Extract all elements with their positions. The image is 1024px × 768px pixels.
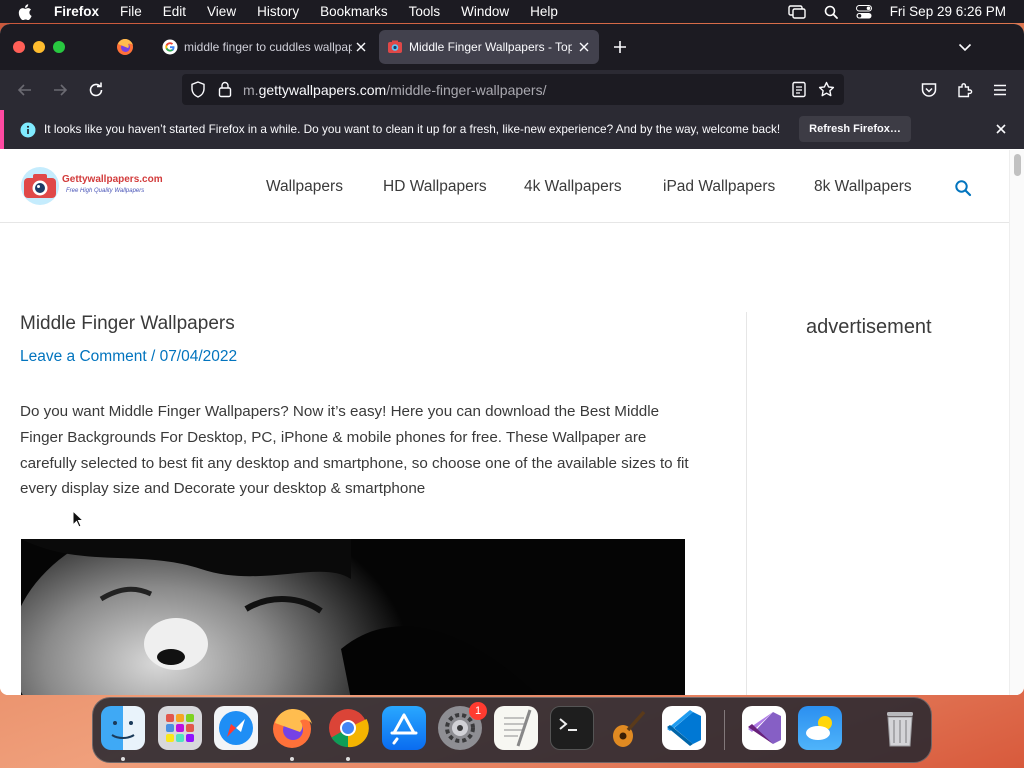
url-host: gettywallpapers.com bbox=[258, 82, 387, 98]
site-lock-icon[interactable] bbox=[218, 81, 232, 103]
menu-file[interactable]: File bbox=[120, 4, 142, 19]
google-icon bbox=[162, 39, 178, 55]
reload-icon[interactable] bbox=[87, 81, 105, 99]
sidebar-divider bbox=[746, 312, 747, 695]
info-icon bbox=[20, 122, 36, 143]
garageband-guitar-icon[interactable] bbox=[606, 706, 650, 750]
textedit-icon[interactable] bbox=[494, 706, 538, 750]
finder-icon[interactable] bbox=[101, 706, 145, 750]
menu-view[interactable]: View bbox=[207, 4, 236, 19]
safari-icon[interactable] bbox=[214, 706, 258, 750]
menu-window[interactable]: Window bbox=[461, 4, 509, 19]
bookmark-star-icon[interactable] bbox=[818, 81, 835, 103]
menu-app-name[interactable]: Firefox bbox=[54, 4, 99, 19]
list-all-tabs-chevron-icon[interactable] bbox=[958, 40, 972, 54]
firefox-running-indicator bbox=[290, 757, 294, 761]
notification-message: It looks like you haven’t started Firefo… bbox=[44, 122, 781, 136]
settings-notification-badge: 1 bbox=[469, 702, 487, 720]
window-minimize-button[interactable] bbox=[33, 41, 45, 53]
control-center-icon[interactable] bbox=[855, 4, 872, 19]
refresh-firefox-button[interactable]: Refresh Firefox… bbox=[799, 116, 911, 142]
window-zoom-button[interactable] bbox=[53, 41, 65, 53]
window-close-button[interactable] bbox=[13, 41, 25, 53]
url-prefix: m. bbox=[243, 82, 259, 98]
nav-8k-wallpapers[interactable]: 8k Wallpapers bbox=[814, 178, 912, 196]
sidebar-advertisement-title: advertisement bbox=[806, 316, 932, 338]
nav-4k-wallpapers[interactable]: 4k Wallpapers bbox=[524, 178, 622, 196]
site-logo[interactable]: Gettywallpapers.com Free High Quality Wa… bbox=[20, 166, 163, 206]
tracking-protection-shield-icon[interactable] bbox=[190, 81, 206, 103]
app-store-icon[interactable] bbox=[382, 706, 426, 750]
logo-brand: Gettywallpapers.com bbox=[62, 174, 163, 185]
finder-running-indicator bbox=[121, 757, 125, 761]
site-search-icon[interactable] bbox=[954, 179, 972, 197]
extensions-puzzle-icon[interactable] bbox=[956, 81, 974, 99]
wallpaper-image[interactable] bbox=[21, 539, 685, 695]
mouse-cursor-icon bbox=[72, 509, 85, 528]
screen-mirroring-icon[interactable] bbox=[787, 4, 806, 19]
back-arrow-icon[interactable] bbox=[16, 81, 34, 99]
tab-close-icon[interactable] bbox=[354, 40, 368, 54]
macos-dock: 1 bbox=[92, 697, 932, 763]
firefox-dock-icon[interactable] bbox=[270, 706, 314, 750]
article-body: Do you want Middle Finger Wallpapers? No… bbox=[20, 399, 692, 502]
reader-view-icon[interactable] bbox=[791, 81, 807, 103]
page-scrollbar[interactable] bbox=[1009, 150, 1024, 695]
browser-window: middle finger to cuddles wallpap Middle … bbox=[0, 24, 1024, 695]
vscode-icon[interactable] bbox=[662, 706, 706, 750]
nav-ipad-wallpapers[interactable]: iPad Wallpapers bbox=[663, 178, 775, 196]
hamburger-menu-icon[interactable] bbox=[992, 81, 1010, 99]
tab-bar: middle finger to cuddles wallpap Middle … bbox=[0, 24, 1024, 70]
menubar-clock[interactable]: Fri Sep 29 6:26 PM bbox=[890, 4, 1006, 19]
tab-close-icon[interactable] bbox=[577, 40, 591, 54]
site-header: Gettywallpapers.com Free High Quality Wa… bbox=[0, 150, 1009, 223]
nav-hd-wallpapers[interactable]: HD Wallpapers bbox=[383, 178, 487, 196]
tab-title: Middle Finger Wallpapers - Top bbox=[409, 40, 572, 54]
menu-tools[interactable]: Tools bbox=[409, 4, 441, 19]
apple-menu-icon[interactable] bbox=[18, 3, 34, 20]
visual-studio-icon[interactable] bbox=[742, 706, 786, 750]
forward-arrow-icon[interactable] bbox=[51, 81, 69, 99]
article-paragraph: Do you want Middle Finger Wallpapers? No… bbox=[20, 403, 689, 498]
menu-help[interactable]: Help bbox=[530, 4, 558, 19]
menu-history[interactable]: History bbox=[257, 4, 299, 19]
url-path: /middle-finger-wallpapers/ bbox=[386, 82, 547, 98]
terminal-icon[interactable] bbox=[550, 706, 594, 750]
new-tab-plus-icon[interactable] bbox=[612, 39, 628, 55]
menu-edit[interactable]: Edit bbox=[163, 4, 186, 19]
weather-icon[interactable] bbox=[798, 706, 842, 750]
logo-tagline: Free High Quality Wallpapers bbox=[66, 188, 145, 194]
url-text[interactable]: m.gettywallpapers.com/middle-finger-wall… bbox=[243, 82, 546, 98]
tab-google-search[interactable]: middle finger to cuddles wallpap bbox=[150, 30, 376, 64]
scrollbar-thumb[interactable] bbox=[1014, 154, 1021, 176]
tab-title: middle finger to cuddles wallpap bbox=[184, 40, 352, 54]
article-meta-link[interactable]: Leave a Comment / 07/04/2022 bbox=[20, 348, 237, 366]
dock-separator bbox=[724, 710, 725, 750]
chrome-icon[interactable] bbox=[326, 706, 370, 750]
camera-logo-icon bbox=[20, 166, 60, 211]
web-page: Gettywallpapers.com Free High Quality Wa… bbox=[0, 150, 1009, 695]
refresh-firefox-notification: It looks like you haven’t started Firefo… bbox=[0, 110, 1024, 149]
notification-close-icon[interactable] bbox=[994, 122, 1008, 141]
article-title: Middle Finger Wallpapers bbox=[20, 313, 235, 334]
address-bar[interactable]: m.gettywallpapers.com/middle-finger-wall… bbox=[182, 74, 844, 105]
trash-icon[interactable] bbox=[878, 706, 922, 750]
pocket-icon[interactable] bbox=[920, 81, 938, 99]
tab-middle-finger-wallpapers[interactable]: Middle Finger Wallpapers - Top bbox=[379, 30, 599, 64]
chrome-running-indicator bbox=[346, 757, 350, 761]
macos-menu-bar: Firefox File Edit View History Bookmarks… bbox=[0, 0, 1024, 23]
gettywallpapers-icon bbox=[387, 39, 403, 55]
nav-wallpapers[interactable]: Wallpapers bbox=[266, 178, 343, 196]
launchpad-icon[interactable] bbox=[158, 706, 202, 750]
menu-bookmarks[interactable]: Bookmarks bbox=[320, 4, 388, 19]
spotlight-search-icon[interactable] bbox=[824, 5, 838, 19]
navigation-toolbar: m.gettywallpapers.com/middle-finger-wall… bbox=[0, 70, 1024, 110]
firefox-view-icon[interactable] bbox=[116, 38, 134, 56]
